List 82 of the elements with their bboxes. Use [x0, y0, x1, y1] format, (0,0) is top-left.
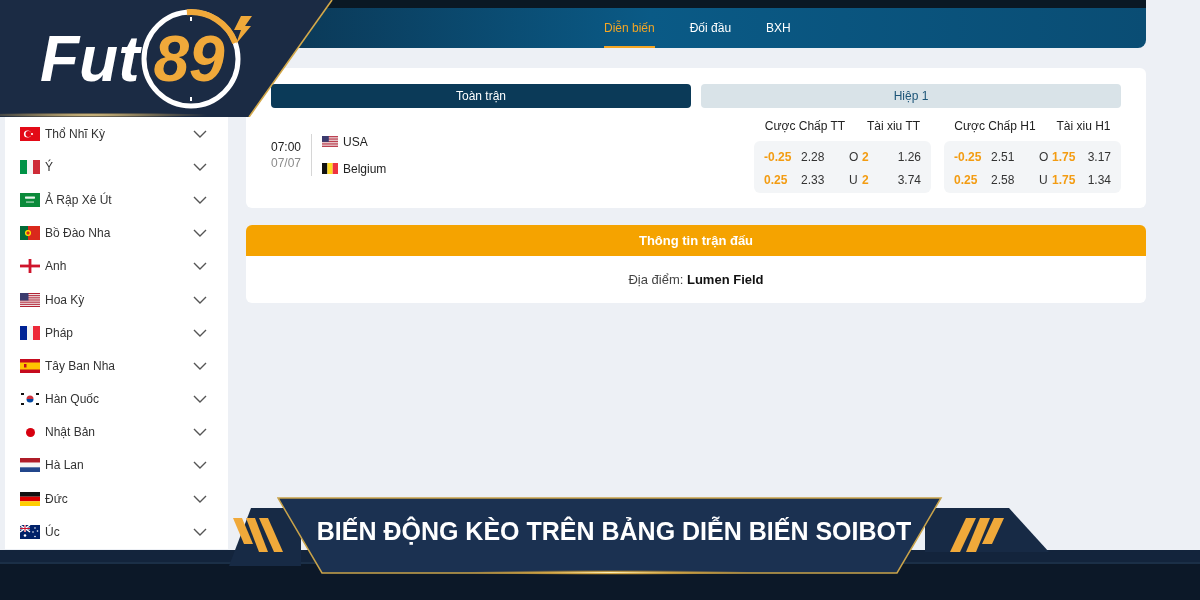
saudi-flag-icon — [20, 192, 40, 207]
france-flag-icon — [20, 325, 40, 340]
team-name: USA — [343, 133, 368, 151]
chevron-down-icon — [193, 162, 207, 171]
total-line: 1.75 — [1052, 171, 1076, 189]
turkey-flag-icon — [20, 126, 40, 141]
chevron-down-icon — [193, 129, 207, 138]
chevron-down-icon — [193, 361, 207, 370]
banner-title: BIẾN ĐỘNG KÈO TRÊN BẢNG DIỄN BIẾN SOIBOT — [316, 516, 912, 546]
odds-value: 2.33 — [801, 171, 825, 189]
chevron-down-icon — [193, 195, 207, 204]
country-item[interactable]: Pháp — [5, 316, 228, 350]
country-item[interactable]: Ả Rập Xê Út — [5, 183, 228, 217]
total-line: 2 — [862, 148, 869, 166]
country-item[interactable]: Tây Ban Nha — [5, 349, 228, 383]
odds-value: 3.17 — [1087, 148, 1111, 166]
country-item[interactable]: Anh — [5, 249, 228, 283]
australia-flag-icon — [20, 524, 40, 539]
italy-flag-icon — [20, 159, 40, 174]
handicap-value: -0.25 — [764, 148, 792, 166]
side-label: U — [849, 171, 858, 189]
odds-value: 2.58 — [991, 171, 1015, 189]
country-item[interactable]: Thổ Nhĩ Kỳ — [5, 117, 228, 151]
stripes-icon — [950, 518, 1004, 552]
chevron-down-icon — [193, 527, 207, 536]
period-tab[interactable]: Hiệp 1 — [701, 84, 1121, 108]
odds-value: 2.51 — [991, 148, 1015, 166]
chevron-down-icon — [193, 395, 207, 404]
country-item[interactable]: Hà Lan — [5, 448, 228, 483]
japan-flag-icon — [25, 427, 35, 437]
side-label: O — [1039, 148, 1049, 166]
odds-value: 1.34 — [1087, 171, 1111, 189]
chevron-down-icon — [193, 428, 207, 437]
logo-wordmark: Fut 89 — [40, 35, 225, 83]
column-header: Tài xiu H1 — [1055, 118, 1112, 135]
chevron-down-icon — [193, 229, 207, 238]
odds-value: 1.26 — [897, 148, 921, 166]
nav-tab[interactable]: BXH — [766, 8, 791, 48]
belgium-flag-icon — [322, 163, 338, 174]
nav-tab[interactable]: Diễn biến — [604, 8, 655, 48]
column-header: Tài xiu TT — [865, 118, 922, 135]
country-item[interactable]: Hoa Kỳ — [5, 282, 228, 317]
total-line: 1.75 — [1052, 148, 1076, 166]
column-header: Cược Chấp H1 — [953, 118, 1037, 135]
lightning-icon — [232, 16, 252, 44]
match-time: 07:00 — [271, 139, 303, 155]
korea-flag-icon — [20, 392, 40, 407]
spain-flag-icon — [20, 358, 40, 373]
usa-flag-icon — [20, 292, 40, 307]
country-item[interactable]: Bồ Đào Nha — [5, 216, 228, 250]
portugal-flag-icon — [20, 226, 40, 241]
england-flag-icon — [20, 259, 40, 274]
netherlands-flag-icon — [20, 458, 40, 473]
chevron-down-icon — [193, 262, 207, 271]
country-item[interactable]: Ý — [5, 150, 228, 184]
total-line: 2 — [862, 171, 869, 189]
usa-flag-icon — [322, 136, 338, 147]
chevron-down-icon — [193, 461, 207, 470]
section-header: Thông tin trận đấu — [246, 225, 1146, 256]
chevron-down-icon — [193, 295, 207, 304]
odds-value: 2.28 — [801, 148, 825, 166]
column-header: Cược Chấp TT — [763, 118, 847, 135]
country-item[interactable]: Hàn Quốc — [5, 382, 228, 416]
handicap-value: 0.25 — [764, 171, 788, 189]
handicap-value: -0.25 — [954, 148, 982, 166]
side-label: O — [849, 148, 859, 166]
chevron-down-icon — [193, 328, 207, 337]
germany-flag-icon — [20, 491, 40, 506]
team-name: Belgium — [343, 160, 387, 178]
handicap-value: 0.25 — [954, 171, 978, 189]
country-item[interactable]: Nhật Bản — [5, 415, 228, 449]
period-tab[interactable]: Toàn trận — [271, 84, 691, 108]
clock-ring-icon — [140, 8, 242, 110]
chevron-down-icon — [193, 494, 207, 503]
venue-text: Địa điểm: Lumen Field — [628, 270, 764, 289]
nav-tab[interactable]: Đối đầu — [689, 8, 732, 48]
odds-value: 3.74 — [897, 171, 921, 189]
country-item[interactable]: Đức — [5, 482, 228, 516]
side-label: U — [1039, 171, 1048, 189]
stripes-icon — [233, 518, 283, 552]
match-date: 07/07 — [271, 155, 303, 171]
country-item[interactable]: Úc — [5, 515, 228, 549]
